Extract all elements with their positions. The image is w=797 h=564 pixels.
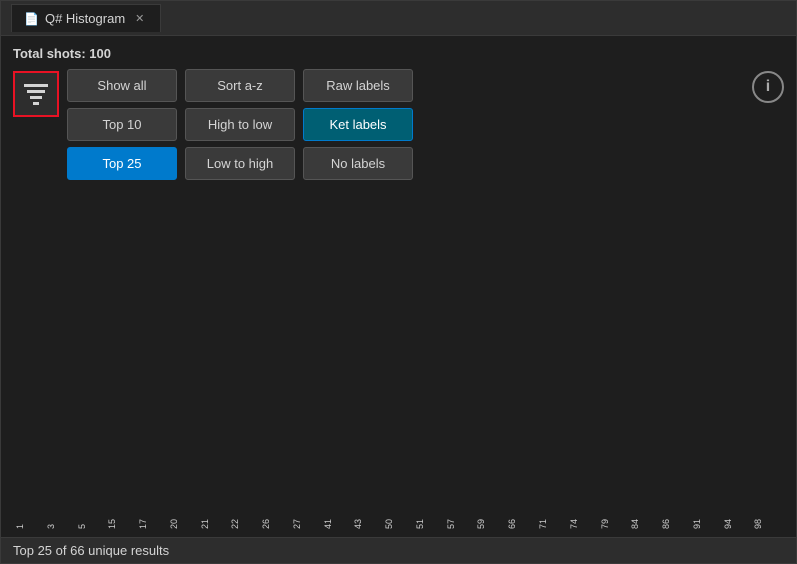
- tab-close-button[interactable]: ✕: [131, 10, 148, 27]
- top-25-button[interactable]: Top 25: [67, 147, 177, 180]
- bar-label: 20: [169, 519, 198, 529]
- bar-label: 57: [446, 519, 475, 529]
- bar-label: 17: [138, 519, 167, 529]
- title-bar: 📄 Q# Histogram ✕: [1, 1, 796, 36]
- sort-group: Sort a-z High to low Low to high: [185, 69, 295, 180]
- info-button[interactable]: i: [752, 71, 784, 103]
- bar-label: 86: [661, 519, 690, 529]
- controls-row: Show all Top 10 Top 25 Sort a-z High to …: [13, 69, 784, 180]
- bar-label: 15: [107, 519, 136, 529]
- bar-label: 21: [200, 519, 229, 529]
- top-10-button[interactable]: Top 10: [67, 108, 177, 141]
- filter-icon-button[interactable]: [13, 71, 59, 117]
- bar-label: 51: [415, 519, 444, 529]
- high-to-low-button[interactable]: High to low: [185, 108, 295, 141]
- main-window: 📄 Q# Histogram ✕ Total shots: 100: [0, 0, 797, 564]
- bar-label: 50: [384, 519, 413, 529]
- show-all-button[interactable]: Show all: [67, 69, 177, 102]
- bar-label: 98: [753, 519, 782, 529]
- bar-label: 71: [538, 519, 567, 529]
- tab-histogram[interactable]: 📄 Q# Histogram ✕: [11, 4, 161, 32]
- bar-label: 3: [46, 524, 75, 529]
- status-text: Top 25 of 66 unique results: [13, 543, 169, 558]
- bars-area: [13, 192, 784, 501]
- filter-group: Show all Top 10 Top 25: [67, 69, 177, 180]
- low-to-high-button[interactable]: Low to high: [185, 147, 295, 180]
- labels-group: Raw labels Ket labels No labels: [303, 69, 413, 180]
- sort-az-button[interactable]: Sort a-z: [185, 69, 295, 102]
- bar-label: 5: [77, 524, 106, 529]
- bar-label: 79: [600, 519, 629, 529]
- bar-label: 41: [323, 519, 352, 529]
- bar-label: 59: [476, 519, 505, 529]
- no-labels-button[interactable]: No labels: [303, 147, 413, 180]
- bar-label: 94: [723, 519, 752, 529]
- status-bar: Top 25 of 66 unique results: [1, 537, 796, 563]
- bar-label: 74: [569, 519, 598, 529]
- tab-document-icon: 📄: [24, 12, 39, 26]
- bar-label: 22: [230, 519, 259, 529]
- labels-area: 1351517202122262741435051575966717479848…: [13, 501, 784, 529]
- raw-labels-button[interactable]: Raw labels: [303, 69, 413, 102]
- bar-label: 26: [261, 519, 290, 529]
- info-icon: i: [766, 78, 770, 96]
- bar-label: 91: [692, 519, 721, 529]
- ket-labels-button[interactable]: Ket labels: [303, 108, 413, 141]
- button-groups: Show all Top 10 Top 25 Sort a-z High to …: [67, 69, 744, 180]
- bar-label: 27: [292, 519, 321, 529]
- tab-title: Q# Histogram: [45, 11, 125, 26]
- total-shots-label: Total shots: 100: [13, 46, 784, 61]
- bar-label: 84: [630, 519, 659, 529]
- chart-area: 1351517202122262741435051575966717479848…: [13, 192, 784, 529]
- bar-label: 1: [15, 524, 44, 529]
- main-content: Total shots: 100 Show all Top 10 Top 25: [1, 36, 796, 537]
- histogram-filter-icon: [22, 80, 50, 108]
- bar-label: 66: [507, 519, 536, 529]
- chart-container: 1351517202122262741435051575966717479848…: [13, 192, 784, 529]
- bar-label: 43: [353, 519, 382, 529]
